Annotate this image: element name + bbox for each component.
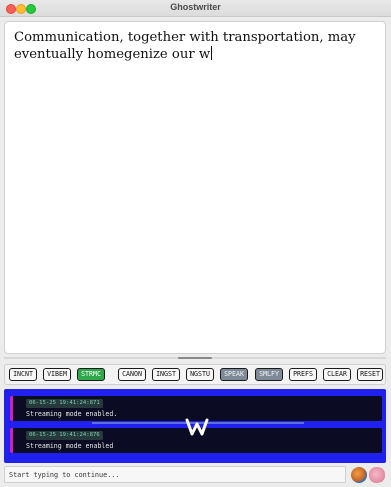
editor-text: Communication, together with transportat… <box>14 30 360 62</box>
log-timestamp: 06-15-25 19:41:24:876 <box>26 431 103 440</box>
text-caret <box>211 46 213 60</box>
smlfy-button[interactable]: SMLFY <box>255 368 283 381</box>
divider-grip[interactable] <box>178 357 212 359</box>
status-bar: Start typing to continue... <box>4 466 346 483</box>
speak-button[interactable]: SPEAK <box>220 368 248 381</box>
canon-button[interactable]: CANON <box>118 368 146 381</box>
strmc-button[interactable]: STRMC <box>77 368 105 381</box>
log-timestamp: 06-15-25 19:41:24:871 <box>26 399 103 408</box>
clear-button[interactable]: CLEAR <box>323 368 351 381</box>
brain-icon[interactable] <box>369 467 385 483</box>
mode-toolbar: INCNT VIBEM STRMC CANON INGST NGSTU SPEA… <box>4 364 386 385</box>
title-bar: Ghostwriter <box>0 0 391 17</box>
text-editor[interactable]: Communication, together with transportat… <box>4 21 386 354</box>
incnt-button[interactable]: INCNT <box>9 368 37 381</box>
ingst-button[interactable]: INGST <box>152 368 180 381</box>
vibem-button[interactable]: VIBEM <box>43 368 71 381</box>
status-text: Start typing to continue... <box>9 471 120 479</box>
log-message: Streaming mode enabled. <box>26 410 118 418</box>
app-window: Ghostwriter Communication, together with… <box>0 0 391 487</box>
prefs-button[interactable]: PREFS <box>289 368 317 381</box>
globe-icon[interactable] <box>351 467 367 483</box>
window-title: Ghostwriter <box>170 2 221 12</box>
console-panel[interactable]: 06-15-25 19:41:24:871 Streaming mode ena… <box>4 389 386 463</box>
ghostwriter-logo <box>185 418 209 436</box>
log-message: Streaming mode enabled <box>26 442 114 450</box>
reset-button[interactable]: RESET <box>357 368 383 381</box>
ngstu-button[interactable]: NGSTU <box>186 368 214 381</box>
